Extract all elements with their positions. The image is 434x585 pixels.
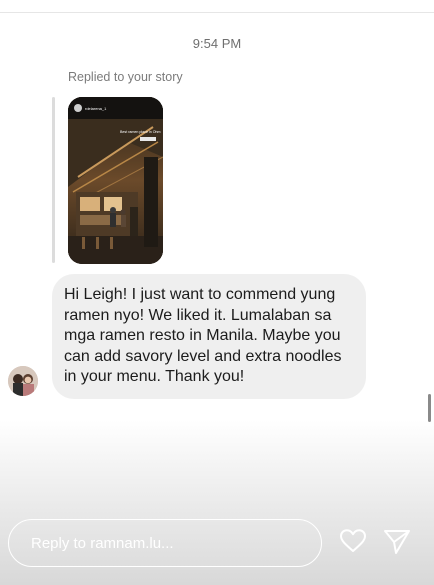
reply-indicator-bar (52, 97, 55, 263)
heart-icon (340, 529, 366, 552)
header-divider (0, 12, 434, 13)
message-bubble[interactable]: Hi Leigh! I just want to commend yung ra… (52, 274, 366, 399)
avatar-photo (8, 366, 38, 396)
story-account-avatar (74, 104, 82, 112)
story-thumbnail[interactable]: rdelarena_1 Best ramen place in Ohm (68, 97, 163, 264)
send-button[interactable] (382, 527, 412, 557)
like-button[interactable] (338, 527, 368, 555)
story-account-name: rdelarena_1 (85, 106, 107, 111)
story-image: rdelarena_1 Best ramen place in Ohm (68, 97, 163, 264)
replied-to-story-label: Replied to your story (68, 70, 183, 84)
send-icon (384, 530, 410, 554)
avatar[interactable] (8, 366, 38, 396)
story-caption: Best ramen place in Ohm (120, 130, 161, 134)
scrollbar-thumb[interactable] (428, 394, 431, 422)
reply-input[interactable]: Reply to ramnam.lu... (8, 519, 322, 567)
message-timestamp: 9:54 PM (192, 36, 242, 51)
